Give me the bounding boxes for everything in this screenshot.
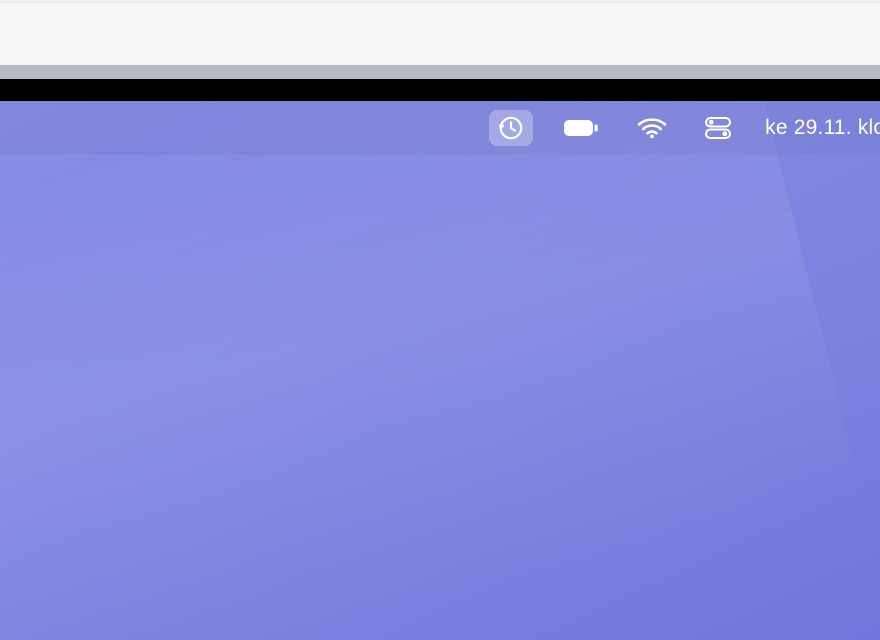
menubar-item-time-machine[interactable] xyxy=(489,110,533,146)
menubar-clock[interactable]: ke 29.11. klo 9.41 xyxy=(761,110,880,146)
clock-text: ke 29.11. klo 9.41 xyxy=(765,116,880,140)
menubar-item-control-center[interactable] xyxy=(697,110,739,146)
wallpaper-highlight xyxy=(0,101,864,640)
control-center-icon xyxy=(705,117,731,139)
menubar-item-battery[interactable] xyxy=(555,110,607,146)
page-card: ke 29.11. klo 9.41 Uusin varmuuskopio ko… xyxy=(0,2,880,640)
wifi-icon xyxy=(637,116,667,140)
laptop-body: ke 29.11. klo 9.41 Uusin varmuuskopio ko… xyxy=(0,65,880,640)
desktop-screen: ke 29.11. klo 9.41 Uusin varmuuskopio ko… xyxy=(0,101,880,640)
battery-icon xyxy=(563,118,599,138)
menubar-item-wifi[interactable] xyxy=(629,110,675,146)
menu-bar: ke 29.11. klo 9.41 xyxy=(0,101,880,155)
time-machine-icon xyxy=(497,114,525,142)
laptop-bezel: ke 29.11. klo 9.41 Uusin varmuuskopio ko… xyxy=(0,79,880,640)
